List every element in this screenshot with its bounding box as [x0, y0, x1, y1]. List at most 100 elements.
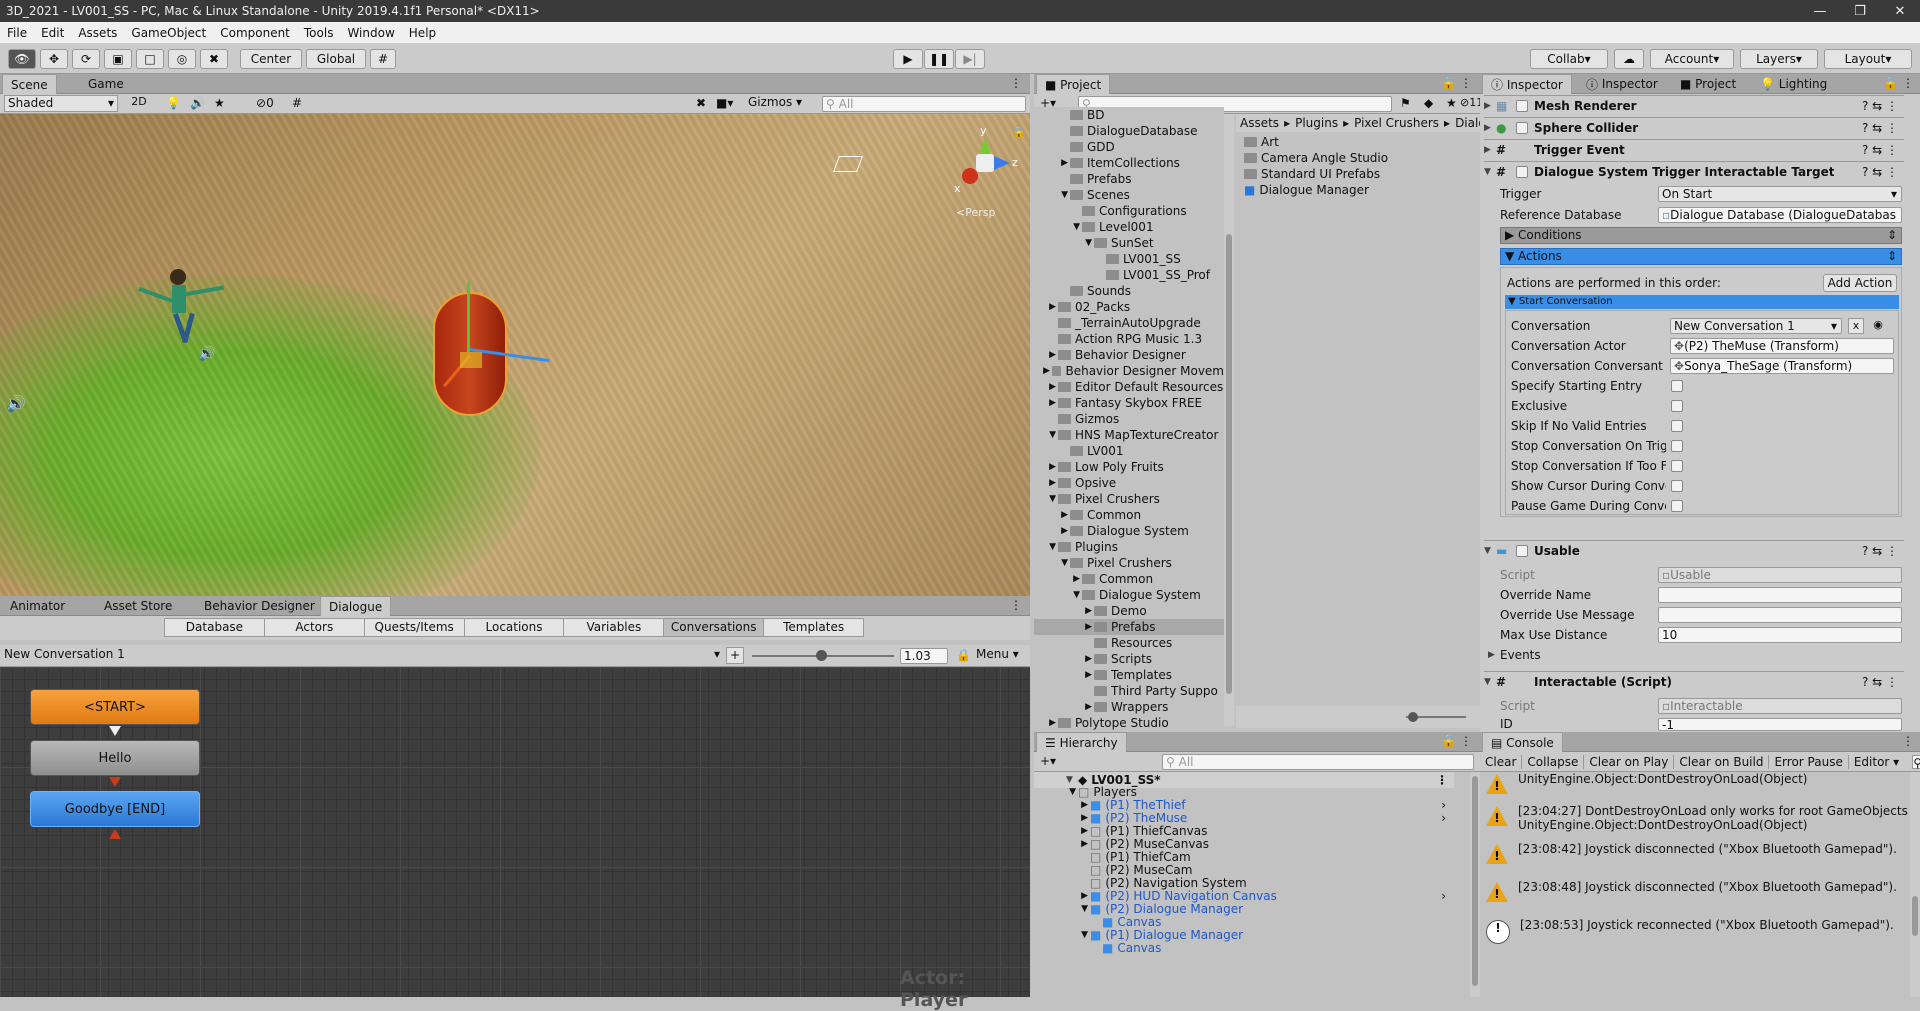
project-tree-item[interactable]: ▶ Templates [1034, 667, 1224, 683]
node-hello[interactable]: Hello [30, 740, 200, 776]
expand-icon[interactable]: ▼ [1484, 546, 1496, 556]
expand-icon[interactable]: ▶ [1484, 101, 1496, 111]
add-action-button[interactable]: Add Action [1823, 274, 1897, 292]
hierarchy-row[interactable]: ▼ ■ (P2) Dialogue Manager [1034, 902, 1454, 916]
canvas-menu-dropdown[interactable]: Menu ▾ [976, 647, 1026, 664]
conversation-conversant-field[interactable]: ✥ Sonya_TheSage (Transform) [1670, 358, 1894, 374]
action-option-checkbox[interactable] [1671, 500, 1683, 512]
hierarchy-row[interactable]: ■ Canvas [1034, 941, 1454, 955]
override-name-input[interactable] [1658, 587, 1902, 603]
project-tree-item[interactable]: ▼ Dialogue System [1034, 587, 1224, 603]
tab-inspector-2[interactable]: ⓘ Inspector [1578, 74, 1666, 94]
project-tree-item[interactable]: ▶ Wrappers [1034, 699, 1224, 715]
expand-icon[interactable]: ▶ [1034, 350, 1058, 360]
project-item-art[interactable]: Art [1244, 134, 1279, 150]
tab-project-2[interactable]: ■ Project [1672, 74, 1744, 94]
expand-icon[interactable]: ▼ [1034, 787, 1078, 797]
enabled-checkbox[interactable] [1516, 121, 1528, 134]
lock-icon[interactable]: 🔒 [1441, 734, 1456, 748]
component-menu-icons[interactable]: ? ⇆ ⋮ [1862, 99, 1904, 113]
hierarchy-row[interactable]: ▶ □ (P1) ThiefCanvas [1034, 824, 1454, 838]
expand-icon[interactable]: ▶ [1034, 526, 1070, 536]
project-tree-item[interactable]: ▶ Editor Default Resources [1034, 379, 1224, 395]
breadcrumb-plugins[interactable]: Plugins [1295, 116, 1338, 130]
subtab-quests-items[interactable]: Quests/Items [365, 619, 465, 636]
expand-icon[interactable]: ▶ [1034, 800, 1090, 810]
panel-menu-icon[interactable]: ⋮ [1010, 76, 1022, 90]
panel-menu-icon[interactable]: ⋮ [1460, 734, 1472, 748]
hierarchy-row[interactable]: ▶ ■ (P2) HUD Navigation Canvas › [1034, 889, 1454, 903]
lock-icon[interactable]: 🔒 [1441, 76, 1456, 90]
interactable-header[interactable]: ▼ # Interactable (Script) ? ⇆ ⋮ [1484, 671, 1904, 691]
expand-icon[interactable]: ▶ [1034, 670, 1094, 680]
mesh-renderer-header[interactable]: ▶ ▦ Mesh Renderer ? ⇆ ⋮ [1484, 95, 1904, 115]
open-prefab-icon[interactable]: › [1441, 811, 1454, 825]
pivot-global-button[interactable]: Global [306, 49, 366, 69]
toggle-2d-button[interactable]: 2D [128, 95, 150, 112]
project-tree-item[interactable]: ▼ SunSet [1034, 235, 1224, 251]
expand-icon[interactable]: ▼ [1034, 590, 1082, 600]
scale-tool-icon[interactable]: ▣ [104, 49, 132, 69]
usable-header[interactable]: ▼ ▬ Usable ? ⇆ ⋮ [1484, 540, 1904, 560]
audio-toggle-icon[interactable]: 🔊 [190, 96, 205, 110]
expand-icon[interactable]: ▶ [1034, 478, 1058, 488]
project-tree-item[interactable]: BD [1034, 107, 1224, 123]
expand-icon[interactable]: ▼ [1034, 494, 1058, 504]
project-tree-item[interactable]: ▼ HNS MapTextureCreator [1034, 427, 1224, 443]
expand-icon[interactable]: ▶ [1484, 145, 1496, 155]
menu-tools[interactable]: Tools [297, 26, 341, 40]
project-item-dialogue-manager[interactable]: ■ Dialogue Manager [1244, 182, 1369, 198]
component-menu-icons[interactable]: ? ⇆ ⋮ [1862, 544, 1904, 558]
console-clear-button[interactable]: Clear [1480, 754, 1523, 769]
expand-icon[interactable]: ▶ [1034, 702, 1094, 712]
action-option-checkbox[interactable] [1671, 440, 1683, 452]
action-option-checkbox[interactable] [1671, 480, 1683, 492]
collab-button[interactable]: Collab ▾ [1530, 49, 1608, 69]
panel-menu-icon[interactable]: ⋮ [1902, 734, 1914, 748]
move-tool-icon[interactable]: ✥ [40, 49, 68, 69]
node-start[interactable]: <START> [30, 689, 200, 725]
menu-file[interactable]: File [0, 26, 34, 40]
console-message[interactable]: ! [23:08:48] Joystick disconnected ("Xbox… [1486, 880, 1906, 902]
conversation-actor-field[interactable]: ✥ (P2) TheMuse (Transform) [1670, 338, 1894, 354]
reference-database-field[interactable]: ▫ Dialogue Database (DialogueDatabas [1658, 207, 1902, 223]
tab-console[interactable]: ▤ Console [1482, 732, 1563, 752]
menu-edit[interactable]: Edit [34, 26, 71, 40]
expand-icon[interactable]: ▶ [1034, 891, 1090, 901]
trigger-event-header[interactable]: ▶ # Trigger Event ? ⇆ ⋮ [1484, 139, 1904, 159]
account-dropdown[interactable]: Account ▾ [1650, 49, 1734, 69]
zoom-input[interactable]: 1.03 [900, 648, 948, 664]
project-tree-item[interactable]: Sounds [1034, 283, 1224, 299]
project-tree-item[interactable]: ▶ Behavior Designer Movem [1034, 363, 1224, 379]
expand-icon[interactable]: ▶ [1034, 510, 1070, 520]
project-item-standard-ui-prefabs[interactable]: Standard UI Prefabs [1244, 166, 1380, 182]
gizmo-plane-handle[interactable] [460, 352, 482, 368]
expand-icon[interactable]: ▼ [1484, 167, 1496, 177]
console-message[interactable]: ! [23:04:27] DontDestroyOnLoad only works… [1486, 804, 1910, 832]
project-tree-item[interactable]: GDD [1034, 139, 1224, 155]
hand-tool-icon[interactable]: 👁 [8, 49, 36, 69]
tab-inspector[interactable]: ⓘ Inspector [1482, 74, 1572, 94]
console-log-list[interactable]: ! UnityEngine.Object:DontDestroyOnLoad(Ob… [1480, 772, 1910, 997]
filter-type-icon[interactable]: ⚑ [1400, 96, 1411, 110]
expand-icon[interactable]: ▶ [1034, 382, 1058, 392]
console-clear-on-play-button[interactable]: Clear on Play [1584, 754, 1675, 769]
tools-icon[interactable]: ✖ [696, 96, 706, 110]
project-tree-item[interactable]: Resources [1034, 635, 1224, 651]
project-tree-item[interactable]: Prefabs [1034, 171, 1224, 187]
orientation-gizmo[interactable]: y z x [950, 124, 1020, 204]
expand-icon[interactable]: ▶ [1034, 718, 1058, 728]
hierarchy-row[interactable]: □ (P1) ThiefCam [1034, 850, 1454, 864]
hierarchy-row[interactable]: □ (P2) Navigation System [1034, 876, 1454, 890]
console-clear-on-build-button[interactable]: Clear on Build [1674, 754, 1770, 769]
expand-icon[interactable]: ▶ [1034, 654, 1094, 664]
hierarchy-scrollbar[interactable] [1470, 772, 1480, 997]
gizmo-y-axis[interactable] [467, 282, 470, 352]
subtab-database[interactable]: Database [165, 619, 265, 636]
subtab-conversations[interactable]: Conversations [664, 619, 765, 636]
component-menu-icons[interactable]: ? ⇆ ⋮ [1861, 164, 1904, 179]
hierarchy-row[interactable]: ▼ ■ (P1) Dialogue Manager [1034, 928, 1454, 942]
breadcrumb-pixel-crushers[interactable]: Pixel Crushers [1354, 116, 1439, 130]
conversation-canvas[interactable]: <START> Hello Goodbye [END] Actor: Playe… [0, 667, 1030, 1011]
hidden-objects-icon[interactable]: ⊘0 [256, 96, 274, 110]
